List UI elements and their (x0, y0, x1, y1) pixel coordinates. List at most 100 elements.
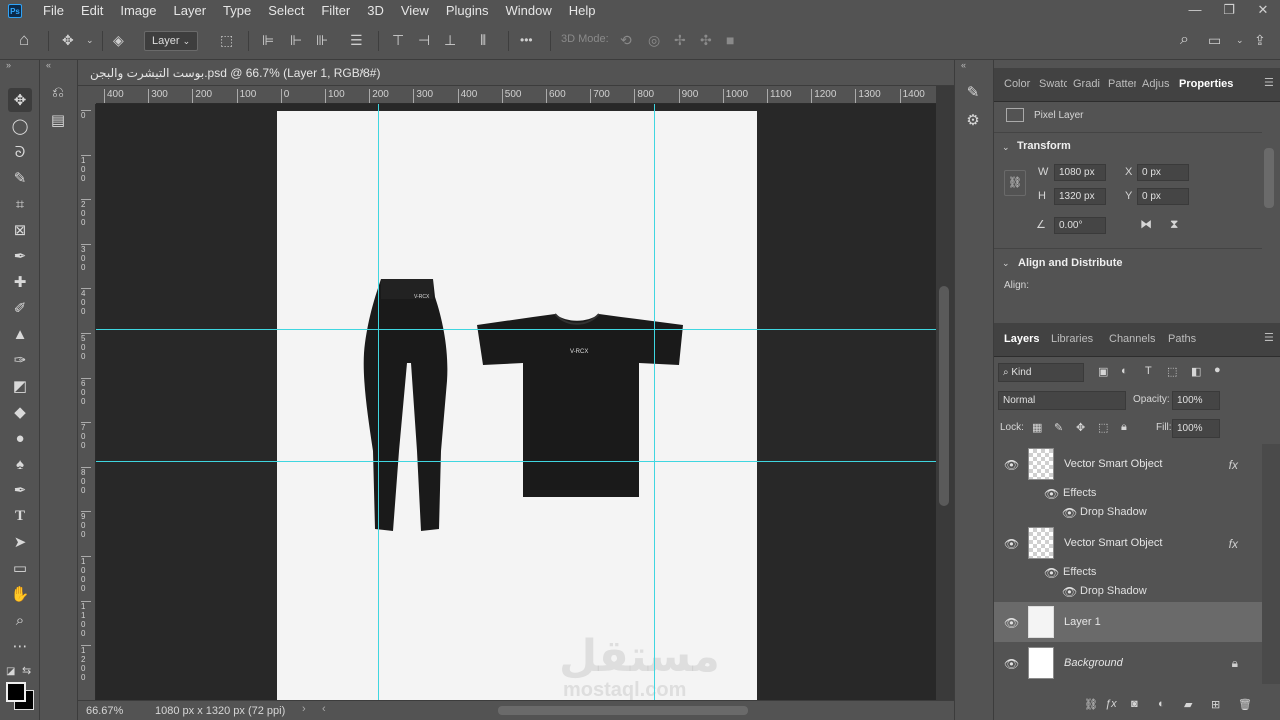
layer-row[interactable]: 👁︎ Vector Smart Object fx (994, 523, 1262, 563)
menu-3d[interactable]: 3D (358, 0, 392, 22)
tab-patterns[interactable]: Patter (1108, 78, 1136, 90)
new-adjustment-icon[interactable]: ◐ (1158, 698, 1165, 710)
lasso-tool-icon[interactable]: ᘐ (8, 140, 32, 164)
rectangle-tool-icon[interactable]: ▭ (8, 556, 32, 580)
canvas-pasteboard[interactable]: V-RCX V-RCX مستقل mostaql.com (96, 104, 936, 700)
menu-select[interactable]: Select (259, 0, 312, 22)
y-field[interactable]: 0 px (1137, 188, 1189, 205)
vertical-ruler[interactable]: 0 1 0 0 2 0 0 3 0 0 4 0 0 5 0 0 6 0 0 7 0 0 8 0 … (78, 104, 96, 700)
search-icon[interactable]: ⌕ (1180, 31, 1189, 49)
lock-position-icon[interactable]: ✥ (1076, 421, 1085, 434)
effects-label[interactable]: Effects (1063, 566, 1096, 578)
history-icon[interactable]: ⎌ (46, 80, 70, 104)
comments-icon[interactable]: ▤ (46, 108, 70, 132)
default-colors-icon[interactable]: ◪ (6, 666, 15, 677)
menu-file[interactable]: File (34, 0, 72, 22)
menu-image[interactable]: Image (111, 0, 164, 22)
stamp-tool-icon[interactable]: ▲ (8, 322, 32, 346)
fx-icon[interactable]: fx (1229, 458, 1238, 472)
lock-pixels-icon[interactable]: ✎ (1054, 421, 1063, 434)
tab-adjustments[interactable]: Adjus (1142, 78, 1170, 90)
angle-field[interactable]: 0.00° (1054, 217, 1106, 234)
filter-pixel-icon[interactable]: ▣ (1098, 365, 1108, 378)
filter-type-icon[interactable]: T (1145, 365, 1152, 377)
eraser-tool-icon[interactable]: ◩ (8, 374, 32, 398)
visibility-eye-icon[interactable]: 👁︎ (1004, 458, 1019, 472)
tab-channels[interactable]: Channels (1109, 333, 1155, 345)
healing-tool-icon[interactable]: ✚ (8, 270, 32, 294)
workspace-icon[interactable]: ▭ (1208, 31, 1221, 49)
link-layers-icon[interactable]: ⛓ (1084, 698, 1098, 711)
visibility-eye-icon[interactable]: 👁︎ (1004, 657, 1019, 671)
close-tab-icon[interactable]: × (359, 65, 366, 79)
link-icon[interactable]: ⛓ (1004, 170, 1026, 196)
align-right-icon[interactable]: ⊪ (316, 31, 328, 49)
swap-colors-icon[interactable]: ⇆ (22, 664, 31, 677)
menu-layer[interactable]: Layer (165, 0, 215, 22)
3d-pan-icon[interactable]: ✢ (674, 31, 686, 49)
new-group-icon[interactable]: ▰ (1184, 698, 1192, 711)
layers-menu-icon[interactable]: ☰ (1264, 331, 1274, 344)
properties-scroll-thumb[interactable] (1264, 148, 1274, 208)
marquee-tool-icon[interactable]: ◯ (8, 114, 32, 138)
add-mask-icon[interactable]: ◙ (1131, 698, 1138, 710)
tab-properties[interactable]: Properties (1179, 78, 1233, 90)
scroll-thumb[interactable] (939, 286, 949, 506)
effects-label[interactable]: Effects (1063, 487, 1096, 499)
more-options-icon[interactable]: ••• (520, 31, 533, 49)
flip-horizontal-icon[interactable]: ⧓ (1140, 217, 1152, 231)
type-tool-icon[interactable]: T (8, 504, 32, 528)
lock-artboard-icon[interactable]: ⬚ (1098, 421, 1108, 434)
align-bottom-icon[interactable]: ⊥ (444, 31, 456, 49)
home-icon[interactable]: ⌂ (19, 31, 29, 49)
menu-filter[interactable]: Filter (312, 0, 358, 22)
align-left-icon[interactable]: ⊫ (262, 31, 274, 49)
chevron-down-icon[interactable]: ⌄ (1002, 142, 1010, 153)
brush-settings-icon[interactable]: ✎ (961, 80, 985, 104)
tab-layers[interactable]: Layers (1004, 333, 1039, 345)
3d-slide-icon[interactable]: ✣ (700, 31, 712, 49)
collapse-icon[interactable]: « (961, 60, 966, 70)
effects-eye-icon[interactable]: 👁︎ (1044, 487, 1059, 501)
drop-shadow-effect[interactable]: Drop Shadow (1080, 506, 1147, 518)
foreground-color-swatch[interactable] (6, 682, 26, 702)
add-style-icon[interactable]: ƒx (1105, 698, 1117, 710)
layers-scrollbar[interactable] (1262, 444, 1280, 684)
3d-camera-icon[interactable]: ■ (726, 31, 734, 49)
lock-all-icon[interactable]: 🔒︎ (1121, 421, 1127, 434)
hand-tool-icon[interactable]: ✋ (8, 582, 32, 606)
tab-paths[interactable]: Paths (1168, 333, 1196, 345)
transform-controls-icon[interactable]: ⬚ (220, 31, 233, 49)
tab-color[interactable]: Color (1004, 78, 1032, 90)
auto-select-icon[interactable]: ◈ (113, 31, 124, 49)
tab-gradients[interactable]: Gradi (1073, 78, 1101, 90)
panel-menu-icon[interactable]: ☰ (1264, 76, 1274, 89)
blend-mode-dropdown[interactable]: Normal (998, 391, 1126, 410)
effects-eye-icon[interactable]: 👁︎ (1044, 566, 1059, 580)
menu-type[interactable]: Type (214, 0, 259, 22)
menu-plugins[interactable]: Plugins (437, 0, 497, 22)
minimize-button[interactable]: — (1178, 0, 1212, 22)
zoom-level[interactable]: 66.67% (86, 705, 123, 717)
quick-select-tool-icon[interactable]: ✎ (8, 166, 32, 190)
path-select-tool-icon[interactable]: ➤ (8, 530, 32, 554)
menu-window[interactable]: Window (496, 0, 559, 22)
brush-tool-icon[interactable]: ✐ (8, 296, 32, 320)
chevron-down-icon[interactable]: ⌄ (1002, 258, 1010, 269)
frame-tool-icon[interactable]: ⊠ (8, 218, 32, 242)
crop-tool-icon[interactable]: ⌗ (8, 192, 32, 216)
horizontal-ruler[interactable]: 400 300 200 100 0 100 200 300 400 500 600 700 800 900… (96, 86, 936, 104)
collapse-icon[interactable]: « (46, 60, 51, 70)
opacity-field[interactable]: 100% (1172, 391, 1220, 410)
document-tab[interactable]: بوست التيشرت والبجن.psd @ 66.7% (Layer 1… (78, 60, 954, 86)
filter-toggle-icon[interactable]: ● (1214, 364, 1221, 376)
delete-layer-icon[interactable]: 🗑︎ (1238, 698, 1252, 711)
align-top-icon[interactable]: ⊤ (392, 31, 404, 49)
3d-orbit-icon[interactable]: ⟲ (620, 31, 632, 49)
blur-tool-icon[interactable]: ● (8, 426, 32, 450)
width-field[interactable]: 1080 px (1054, 164, 1106, 181)
history-brush-tool-icon[interactable]: ✑ (8, 348, 32, 372)
align-hcenter-icon[interactable]: ⊩ (290, 31, 302, 49)
horizontal-scroll-thumb[interactable] (498, 706, 748, 715)
new-layer-icon[interactable]: ⊞ (1211, 698, 1220, 711)
